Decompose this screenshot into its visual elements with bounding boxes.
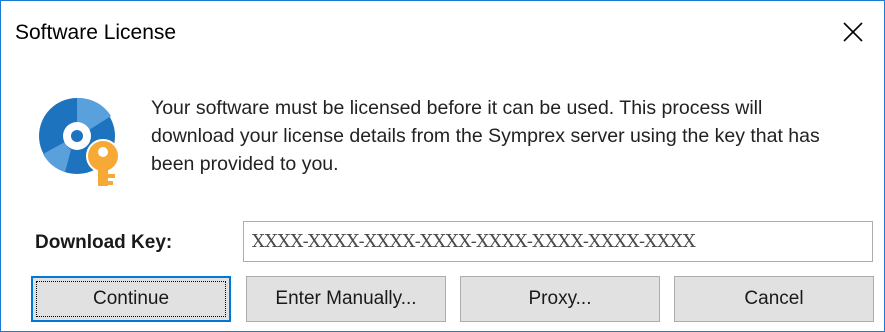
enter-manually-button-label: Enter Manually... [275,288,417,309]
dialog-title: Software License [15,21,177,44]
continue-button[interactable]: Continue [31,276,231,322]
cancel-button[interactable]: Cancel [674,276,874,322]
software-license-dialog: Software License Your software must be l… [0,0,885,332]
license-message: Your software must be licensed before it… [151,97,820,175]
close-icon [843,22,863,42]
proxy-button[interactable]: Proxy... [460,276,660,322]
download-key-input[interactable] [243,221,873,262]
focus-ring [36,281,226,317]
cancel-button-label: Cancel [744,288,804,309]
close-button[interactable] [822,1,884,63]
title-bar: Software License [1,1,884,63]
proxy-button-label: Proxy... [528,288,592,309]
download-key-label: Download Key: [35,232,173,253]
disc-key-icon [39,97,120,186]
enter-manually-button[interactable]: Enter Manually... [246,276,446,322]
